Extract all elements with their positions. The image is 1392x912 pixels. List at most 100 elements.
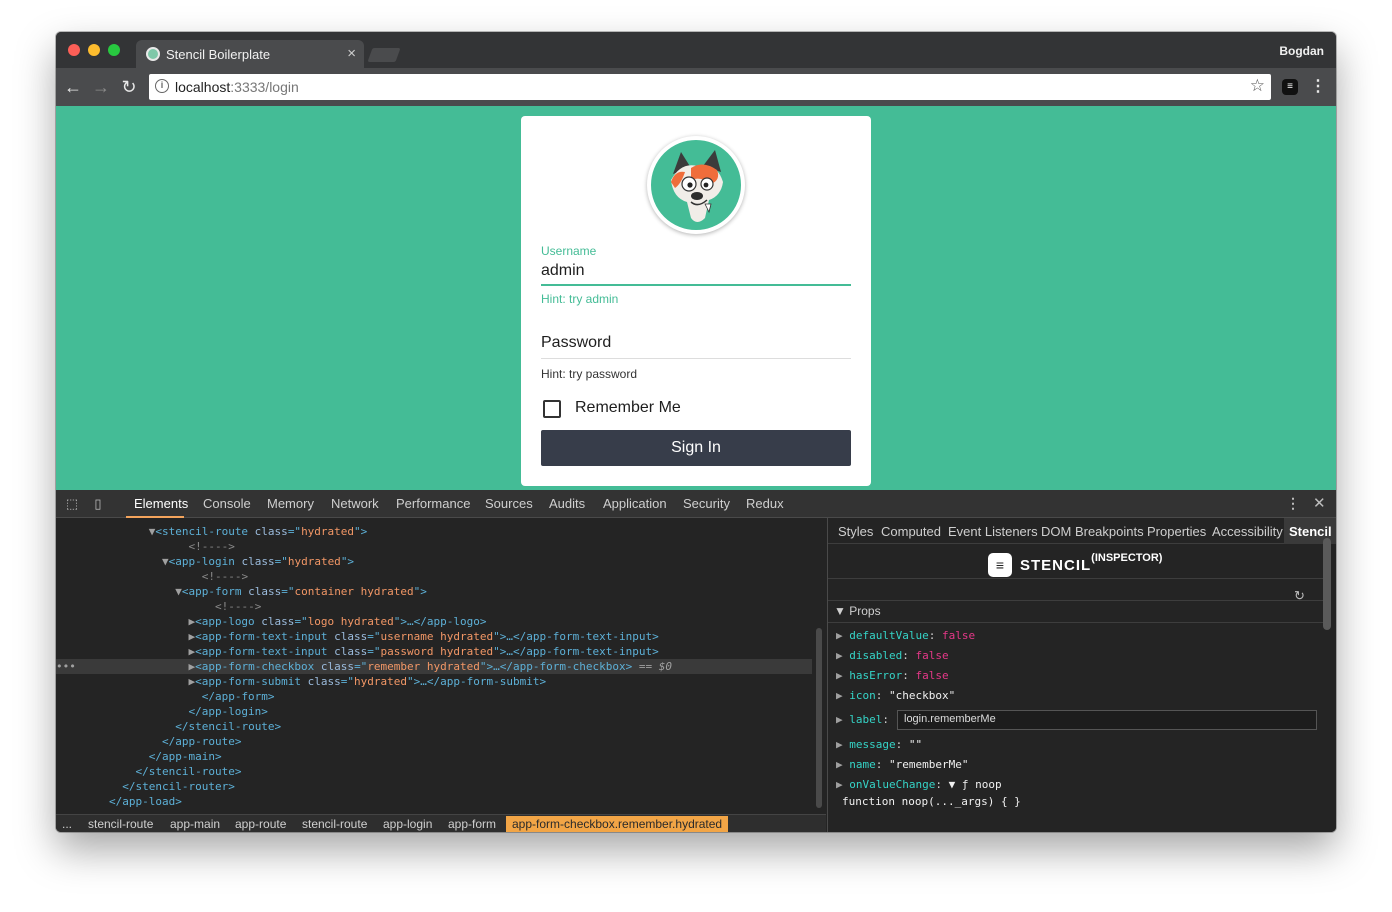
prop-row-hasError[interactable]: ▶ hasError: false xyxy=(836,668,949,684)
device-toolbar-icon[interactable]: ▯ xyxy=(90,496,106,512)
tab-accessibility[interactable]: Accessibility xyxy=(1212,524,1283,539)
tab-application[interactable]: Application xyxy=(603,496,667,511)
dom-node-line[interactable]: ▼<app-form class="container hydrated"> xyxy=(56,584,812,599)
minimize-window-button[interactable] xyxy=(88,44,100,56)
remember-me-checkbox[interactable] xyxy=(543,400,561,418)
remember-me-label[interactable]: Remember Me xyxy=(575,399,681,417)
prop-row-label[interactable]: ▶ label: login.rememberMe xyxy=(836,710,1317,730)
tab-network[interactable]: Network xyxy=(331,496,379,511)
tab-performance[interactable]: Performance xyxy=(396,496,470,511)
selected-node-ref: == $0 xyxy=(632,660,672,673)
expand-arrow-icon[interactable]: ▶ xyxy=(836,713,849,726)
dom-attr-value: hydrated xyxy=(301,525,355,538)
prop-row-icon[interactable]: ▶ icon: "checkbox" xyxy=(836,688,955,704)
browser-toolbar: ← → ↻ i localhost:3333/login ☆ ≡ ⋮ xyxy=(56,68,1336,106)
tab-stencil[interactable]: Stencil xyxy=(1289,524,1332,539)
browser-tab[interactable]: Stencil Boilerplate × xyxy=(136,40,364,68)
tab-event-listeners[interactable]: Event Listeners xyxy=(948,524,1038,539)
prop-key: defaultValue xyxy=(849,629,929,642)
username-input[interactable]: admin xyxy=(541,262,585,280)
dom-node-line[interactable]: </app-main> xyxy=(56,749,812,764)
dom-node-line[interactable]: </app-load> xyxy=(56,794,812,809)
dom-node-line[interactable]: ▶<app-form-text-input class="username hy… xyxy=(56,629,812,644)
page-viewport: Username admin Hint: try admin Password … xyxy=(56,106,1336,490)
expand-arrow-icon[interactable]: ▶ xyxy=(836,758,849,771)
expand-arrow-icon: ▼ xyxy=(175,585,182,598)
prop-value: "" xyxy=(908,738,923,751)
breadcrumb-item[interactable]: app-route xyxy=(235,816,286,832)
refresh-icon[interactable]: ↻ xyxy=(1294,588,1305,604)
dom-closing-tag: </app-route> xyxy=(161,735,242,748)
dom-node-line[interactable]: </app-login> xyxy=(56,704,812,719)
breadcrumb-item[interactable]: stencil-route xyxy=(88,816,153,832)
prop-value-input[interactable]: login.rememberMe xyxy=(897,710,1317,730)
tab-properties[interactable]: Properties xyxy=(1147,524,1206,539)
breadcrumb-item[interactable]: ... xyxy=(62,816,72,832)
prop-row-onValueChange[interactable]: ▶ onValueChange: ▼ ƒ noop xyxy=(836,777,1002,793)
dom-node-line[interactable]: ▼<stencil-route class="hydrated"> xyxy=(56,524,812,539)
bookmark-star-icon[interactable]: ☆ xyxy=(1250,76,1265,96)
forward-arrow-icon[interactable]: → xyxy=(90,76,112,98)
dom-node-line[interactable]: ▼<app-login class="hydrated"> xyxy=(56,554,812,569)
expand-arrow-icon[interactable]: ▶ xyxy=(836,689,849,702)
tab-styles[interactable]: Styles xyxy=(838,524,873,539)
profile-name[interactable]: Bogdan xyxy=(1279,44,1324,58)
tab-redux[interactable]: Redux xyxy=(746,496,784,511)
expand-arrow-icon[interactable]: ▶ xyxy=(836,629,849,642)
tab-sources[interactable]: Sources xyxy=(485,496,533,511)
dom-node-line[interactable]: ▶<app-form-submit class="hydrated">…</ap… xyxy=(56,674,812,689)
back-arrow-icon[interactable]: ← xyxy=(62,76,84,98)
prop-row-defaultValue[interactable]: ▶ defaultValue: false xyxy=(836,628,975,644)
inspect-element-icon[interactable]: ⬚ xyxy=(64,496,80,512)
props-section-header[interactable]: ▼ Props xyxy=(834,604,881,618)
tab-memory[interactable]: Memory xyxy=(267,496,314,511)
sidebar-scrollbar[interactable] xyxy=(1323,538,1331,630)
stencil-extension-icon[interactable]: ≡ xyxy=(1282,79,1298,95)
dom-node-line[interactable]: <!----> xyxy=(56,599,812,614)
tab-security[interactable]: Security xyxy=(683,496,730,511)
breadcrumb-item[interactable]: app-main xyxy=(170,816,220,832)
dom-node-line[interactable]: <!----> xyxy=(56,539,812,554)
maximize-window-button[interactable] xyxy=(108,44,120,56)
tab-console[interactable]: Console xyxy=(203,496,251,511)
tab-audits[interactable]: Audits xyxy=(549,496,585,511)
username-underline xyxy=(541,284,851,286)
breadcrumb-item[interactable]: app-form xyxy=(448,816,496,832)
prop-row-disabled[interactable]: ▶ disabled: false xyxy=(836,648,949,664)
devtools-close-icon[interactable]: ✕ xyxy=(1313,494,1326,512)
devtools-menu-icon[interactable]: ⋮ xyxy=(1286,495,1300,512)
tab-dom-breakpoints[interactable]: DOM Breakpoints xyxy=(1041,524,1144,539)
password-input[interactable]: Password xyxy=(541,334,611,352)
expand-arrow-icon[interactable]: ▶ xyxy=(836,669,849,682)
breadcrumb-item-active[interactable]: app-form-checkbox.remember.hydrated xyxy=(506,816,729,832)
dom-node-line[interactable]: </stencil-route> xyxy=(56,764,812,779)
address-bar[interactable]: i localhost:3333/login ☆ xyxy=(149,74,1271,100)
browser-menu-icon[interactable]: ⋮ xyxy=(1310,76,1326,98)
dom-node-line[interactable]: </app-route> xyxy=(56,734,812,749)
site-info-icon[interactable]: i xyxy=(155,79,169,93)
dom-node-line[interactable]: <!----> xyxy=(56,569,812,584)
new-tab-button[interactable] xyxy=(367,48,401,62)
dom-node-line[interactable]: ▶<app-logo class="logo hydrated">…</app-… xyxy=(56,614,812,629)
expand-arrow-icon[interactable]: ▶ xyxy=(836,778,849,791)
prop-row-name[interactable]: ▶ name: "rememberMe" xyxy=(836,757,968,773)
expand-arrow-icon[interactable]: ▶ xyxy=(836,649,849,662)
tab-computed[interactable]: Computed xyxy=(881,524,941,539)
dom-node-line[interactable]: </stencil-route> xyxy=(56,719,812,734)
elements-scrollbar[interactable] xyxy=(816,628,822,808)
dom-attr: class xyxy=(254,615,295,628)
dom-node-line[interactable]: </app-form> xyxy=(56,689,812,704)
breadcrumb-item[interactable]: app-login xyxy=(383,816,432,832)
prop-row-message[interactable]: ▶ message: "" xyxy=(836,737,922,753)
sign-in-button[interactable]: Sign In xyxy=(541,430,851,466)
reload-icon[interactable]: ↻ xyxy=(118,76,140,98)
dom-node-line[interactable]: </stencil-router> xyxy=(56,779,812,794)
dom-node-line[interactable]: ▶<app-form-text-input class="password hy… xyxy=(56,644,812,659)
dom-node-line[interactable]: ••• ▶<app-form-checkbox class="remember … xyxy=(56,659,812,674)
close-window-button[interactable] xyxy=(68,44,80,56)
dom-attr: class xyxy=(327,645,368,658)
expand-arrow-icon[interactable]: ▶ xyxy=(836,738,849,751)
tab-close-icon[interactable]: × xyxy=(347,45,356,62)
tab-elements[interactable]: Elements xyxy=(134,496,188,511)
breadcrumb-item[interactable]: stencil-route xyxy=(302,816,367,832)
